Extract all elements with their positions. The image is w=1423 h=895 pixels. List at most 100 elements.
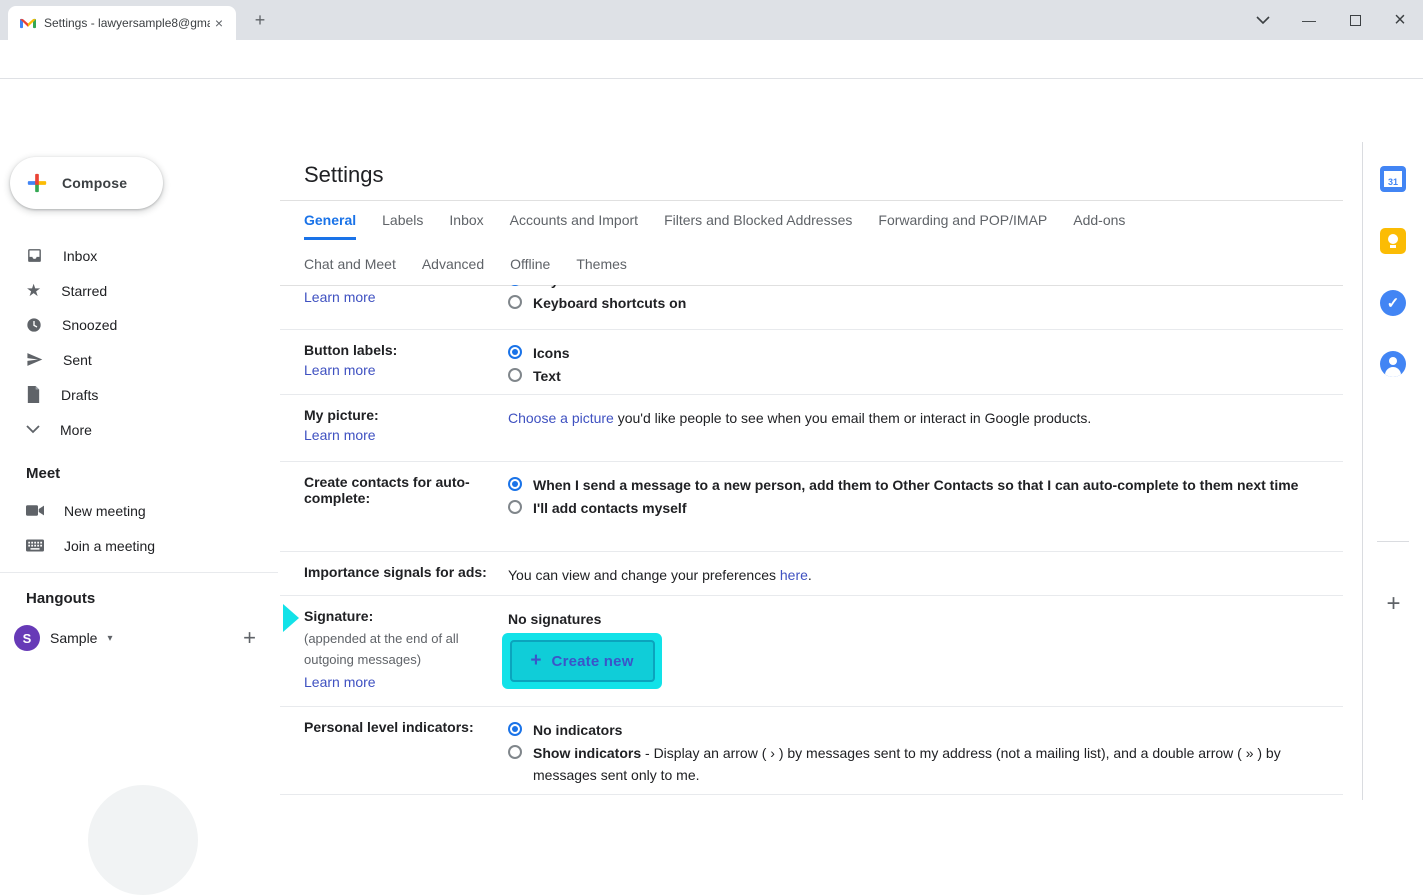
radio-selected[interactable]: [508, 477, 522, 491]
radio-selected[interactable]: [508, 722, 522, 736]
radio-unselected[interactable]: [508, 745, 522, 759]
tab-advanced[interactable]: Advanced: [422, 256, 484, 281]
learn-more-link[interactable]: Learn more: [304, 362, 488, 378]
tab-general[interactable]: General: [304, 212, 356, 240]
gmail-header: Gmail ? ⚙ S: [0, 79, 1423, 150]
caret-down-icon[interactable]: ▾: [107, 633, 112, 644]
settings-row-indicators: Personal level indicators: No indicators…: [280, 707, 1343, 795]
gmail-favicon: [20, 17, 36, 30]
settings-main: Settings General Labels Inbox Accounts a…: [280, 150, 1362, 800]
tab-filters[interactable]: Filters and Blocked Addresses: [664, 212, 852, 240]
tab-inbox[interactable]: Inbox: [449, 212, 483, 240]
sidebar-divider: [0, 572, 278, 573]
annotation-highlight: + Create new: [502, 633, 662, 689]
option-keyboard-on[interactable]: Keyboard shortcuts on: [508, 292, 1320, 314]
choose-picture-link[interactable]: Choose a picture: [508, 410, 614, 426]
calendar-icon[interactable]: 31: [1380, 166, 1406, 192]
settings-row-signature: Signature: (appended at the end of all o…: [280, 596, 1343, 707]
inbox-icon: [26, 247, 43, 264]
learn-more-link[interactable]: Learn more: [304, 674, 488, 690]
title-divider: [280, 200, 1343, 201]
new-tab-button[interactable]: +: [248, 8, 272, 32]
option-no-indicators[interactable]: No indicators: [508, 719, 1320, 741]
star-icon: ★: [26, 281, 41, 301]
settings-row-my-picture: My picture: Learn more Choose a picture …: [280, 395, 1343, 462]
tab-chat-meet[interactable]: Chat and Meet: [304, 256, 396, 281]
signature-caption: (appended at the end of all outgoing mes…: [304, 628, 488, 670]
compose-label: Compose: [62, 175, 127, 191]
left-sidebar: Compose Inbox ★ Starred Snoozed Sent Dra…: [0, 150, 280, 800]
sidebar-item-sent[interactable]: Sent: [0, 342, 272, 377]
hidden-avatar-circle: [88, 785, 198, 895]
sidebar-item-join-meeting[interactable]: Join a meeting: [0, 528, 272, 563]
signature-status: No signatures: [508, 608, 1320, 630]
ads-text: You can view and change your preferences: [508, 567, 776, 583]
tab-themes[interactable]: Themes: [576, 256, 627, 281]
row-label: Button labels:: [304, 342, 397, 358]
window-maximize-button[interactable]: [1332, 0, 1378, 40]
sidebar-item-inbox[interactable]: Inbox: [0, 238, 272, 273]
hangouts-add-icon[interactable]: +: [243, 625, 256, 651]
browser-tab-strip: Settings - lawyersample8@gmail × + — ×: [0, 0, 1423, 40]
panel-divider: [1377, 541, 1409, 542]
tab-labels[interactable]: Labels: [382, 212, 423, 240]
settings-row-keyboard-shortcuts: Keyboard shortcuts: Learn more Keyboard …: [280, 285, 1343, 330]
sidebar-item-drafts[interactable]: Drafts: [0, 377, 272, 412]
option-text[interactable]: Text: [508, 365, 1320, 387]
option-icons[interactable]: Icons: [508, 342, 1320, 364]
option-show-indicators[interactable]: Show indicators - Display an arrow ( › )…: [508, 742, 1320, 786]
chevron-down-icon: [26, 425, 40, 434]
radio-selected[interactable]: [508, 285, 522, 286]
settings-rows: Keyboard shortcuts: Learn more Keyboard …: [280, 285, 1343, 795]
option-auto-add-contacts[interactable]: When I send a message to a new person, a…: [508, 474, 1320, 496]
settings-row-ads: Importance signals for ads: You can view…: [280, 552, 1343, 596]
radio-selected[interactable]: [508, 345, 522, 359]
window-minimize-button[interactable]: —: [1286, 0, 1332, 40]
browser-tab[interactable]: Settings - lawyersample8@gmail ×: [8, 6, 236, 40]
get-addons-icon[interactable]: +: [1363, 590, 1423, 618]
window-close-button[interactable]: ×: [1377, 0, 1423, 40]
settings-tabs-row2: Chat and Meet Advanced Offline Themes: [304, 256, 627, 281]
tab-offline[interactable]: Offline: [510, 256, 550, 281]
my-picture-text: you'd like people to see when you email …: [618, 410, 1092, 426]
create-new-signature-button[interactable]: + Create new: [510, 640, 655, 682]
sidebar-item-starred[interactable]: ★ Starred: [0, 273, 272, 308]
row-label: Importance signals for ads:: [304, 564, 487, 580]
keep-icon[interactable]: [1380, 228, 1406, 254]
tasks-icon[interactable]: ✓: [1380, 290, 1406, 316]
hangouts-user-row[interactable]: S Sample ▾: [14, 618, 264, 658]
meet-section-title: Meet: [26, 465, 60, 482]
sidebar-item-more[interactable]: More: [0, 412, 272, 447]
row-label: Personal level indicators:: [304, 719, 474, 735]
option-add-contacts-myself[interactable]: I'll add contacts myself: [508, 497, 1320, 519]
radio-unselected[interactable]: [508, 368, 522, 382]
compose-plus-icon: [26, 172, 48, 194]
browser-toolbar: ← → ↻ mail.google.com/mail/u/0/#settings…: [0, 40, 1423, 79]
hangouts-user-name: Sample: [50, 630, 97, 646]
tab-close-icon[interactable]: ×: [210, 14, 228, 32]
hangouts-section-title: Hangouts: [26, 590, 95, 607]
plus-icon: +: [530, 650, 541, 672]
sidebar-item-new-meeting[interactable]: New meeting: [0, 493, 272, 528]
send-icon: [26, 351, 43, 368]
draft-file-icon: [26, 386, 41, 403]
sidebar-item-snoozed[interactable]: Snoozed: [0, 307, 272, 342]
tab-forwarding[interactable]: Forwarding and POP/IMAP: [878, 212, 1047, 240]
option-keyboard-off[interactable]: Keyboard shortcuts off: [508, 285, 1320, 291]
settings-row-button-labels: Button labels: Learn more Icons Text: [280, 330, 1343, 395]
hangouts-avatar: S: [14, 625, 40, 651]
learn-more-link[interactable]: Learn more: [304, 289, 488, 305]
contacts-icon[interactable]: [1380, 351, 1406, 377]
radio-unselected[interactable]: [508, 295, 522, 309]
tab-accounts-import[interactable]: Accounts and Import: [510, 212, 638, 240]
compose-button[interactable]: Compose: [10, 157, 163, 209]
tab-title: Settings - lawyersample8@gmail: [44, 16, 210, 30]
tab-addons[interactable]: Add-ons: [1073, 212, 1125, 240]
ads-here-link[interactable]: here: [780, 567, 808, 583]
row-label: My picture:: [304, 407, 379, 423]
settings-row-auto-complete: Create contacts for auto-complete: When …: [280, 462, 1343, 552]
tab-search-chevron-icon[interactable]: [1240, 0, 1286, 40]
keyboard-icon: [26, 539, 44, 552]
radio-unselected[interactable]: [508, 500, 522, 514]
learn-more-link[interactable]: Learn more: [304, 427, 488, 443]
